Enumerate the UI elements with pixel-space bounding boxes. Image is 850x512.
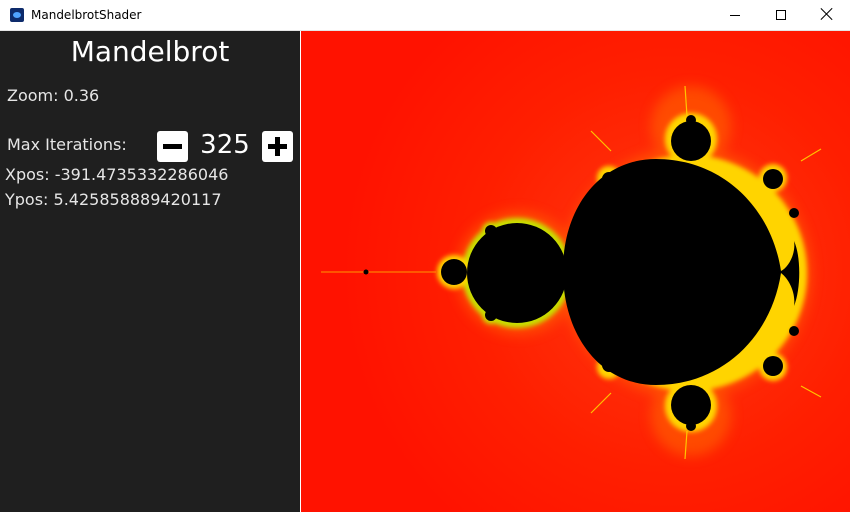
decrease-iterations-button[interactable] bbox=[157, 131, 188, 162]
title-bar[interactable]: MandelbrotShader bbox=[0, 0, 850, 31]
fractal-view[interactable] bbox=[301, 31, 850, 512]
control-panel: Mandelbrot Zoom: 0.36 Max Iterations: 32… bbox=[0, 31, 300, 512]
ypos-readout: Ypos: 5.425858889420117 bbox=[5, 190, 222, 209]
increase-iterations-button[interactable] bbox=[262, 131, 293, 162]
max-iterations-value: 325 bbox=[200, 130, 250, 160]
maximize-button[interactable] bbox=[758, 0, 804, 30]
minus-icon bbox=[163, 144, 182, 149]
maximize-icon bbox=[776, 10, 786, 20]
close-icon bbox=[820, 7, 834, 21]
xpos-readout: Xpos: -391.4735332286046 bbox=[5, 165, 229, 184]
panel-heading: Mandelbrot bbox=[70, 35, 230, 68]
max-iterations-label: Max Iterations: bbox=[7, 135, 127, 154]
app-icon bbox=[10, 8, 24, 22]
mandelbrot-render bbox=[301, 31, 850, 512]
zoom-readout: Zoom: 0.36 bbox=[7, 86, 100, 105]
minimize-icon bbox=[730, 15, 740, 16]
close-button[interactable] bbox=[804, 0, 850, 30]
minimize-button[interactable] bbox=[712, 0, 758, 30]
window-title: MandelbrotShader bbox=[31, 8, 142, 22]
